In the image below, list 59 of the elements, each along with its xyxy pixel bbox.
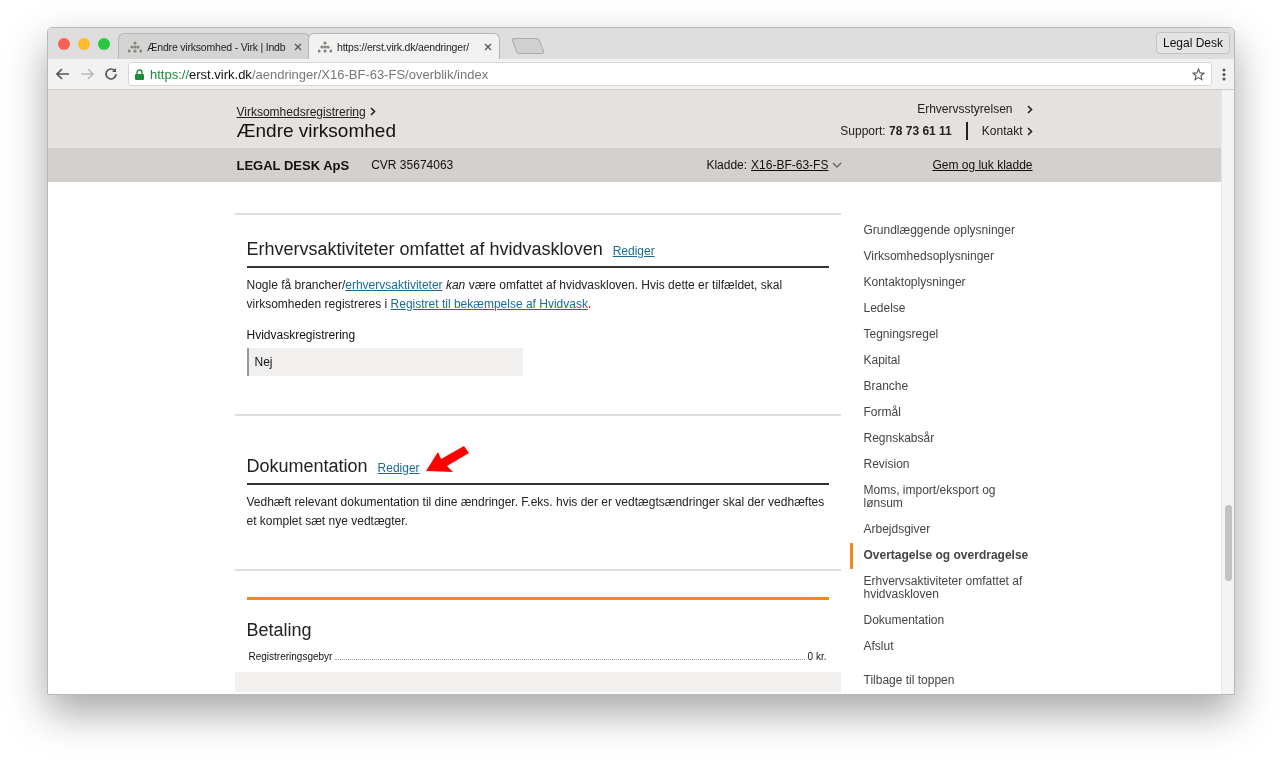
star-icon[interactable] [1192,67,1205,81]
section-heading: Dokumentation [246,456,368,477]
save-close-link[interactable]: Gem og luk kladde [932,158,1033,172]
nav-item[interactable]: Moms, import/eksport og lønsum [849,478,1035,517]
nav-item[interactable]: Ledelse [849,296,1035,322]
browser-tab[interactable]: https://erst.virk.dk/aendringer/ [308,33,500,59]
nav-item[interactable]: Kontaktoplysninger [849,270,1035,296]
profile-button[interactable]: Legal Desk [1155,32,1230,54]
breadcrumb-link[interactable]: Virksomhedsregistrering [236,105,366,119]
close-icon[interactable] [294,42,302,51]
nav-item[interactable]: Arbejdsgiver [849,517,1035,543]
contact-link[interactable]: Kontakt [981,124,1023,138]
paragraph: Vedhæft relevant dokumentation til dine ændringer. F.eks. hvis der er vedtægtsændringer skal der vedhæftes et komplet sæt nye vedtægter. [246,494,826,530]
fee-amount: 0 kr. [807,651,827,662]
reload-icon[interactable] [104,67,118,81]
close-window-button[interactable] [58,37,70,50]
close-icon[interactable] [484,42,492,51]
nav-item[interactable]: Grundlæggende oplysninger [849,218,1035,244]
nav-item[interactable]: Overtagelse og overdragelse [849,543,1035,569]
nav-item[interactable]: Erhvervsaktiviteter omfattet af hvidvaskloven [849,569,1035,608]
page-title: Ændre virksomhed [236,120,396,142]
draft-label: Kladde: [706,158,748,172]
nav-item[interactable]: Regnskabsår [849,426,1035,452]
support-text: Support: 78 73 61 11 [840,124,952,138]
nav-item[interactable]: Afslut [849,634,1035,660]
lock-icon [135,68,144,80]
favicon-icon [128,40,142,53]
edit-link[interactable]: Rediger [377,461,420,475]
paragraph: Nogle få brancher/erhvervsaktiviteter kan være omfattet af hvidvaskloven. Hvis dette er tilfældet, skal virksomheden registreres i Registret til bekæmpelse af Hvidvask. [246,277,784,313]
back-to-top-link[interactable]: Tilbage til toppen [849,668,1035,694]
field-label: Hvidvaskregistrering [246,328,357,342]
text-link[interactable]: erhvervsaktiviteter [345,278,443,292]
chevron-icon [1026,126,1033,136]
company-name: LEGAL DESK ApS [236,157,350,173]
nav-item[interactable]: Virksomhedsoplysninger [849,244,1035,270]
cvr-number: CVR 35674063 [371,158,454,172]
nav-item[interactable]: Formål [849,400,1035,426]
section-heading: Erhvervsaktiviteter omfattet af hvidvaskloven [246,239,603,260]
nav-item[interactable]: Tegningsregel [849,322,1035,348]
browser-tab[interactable]: Ændre virksomhed - Virk | Indb [118,33,310,59]
draft-link[interactable]: X16-BF-63-FS [751,158,829,172]
chevron-icon [1026,104,1033,114]
chevron-down-icon[interactable] [832,162,843,168]
fee-label: Registreringsgebyr [248,651,333,662]
menu-icon[interactable] [1222,67,1226,81]
chevron-icon [370,107,377,116]
text-link[interactable]: Registret til bekæmpelse af Hvidvask [390,297,588,311]
back-icon[interactable] [56,68,70,80]
favicon-icon [318,40,332,53]
field-value: Nej [246,348,523,376]
nav-item[interactable]: Kapital [849,348,1035,374]
section-heading: Betaling [246,620,313,641]
nav-item[interactable]: Dokumentation [849,608,1035,634]
nav-item[interactable]: Branche [849,374,1035,400]
nav-item[interactable]: Revision [849,452,1035,478]
edit-link[interactable]: Rediger [612,244,655,258]
agency-link[interactable]: Erhvervsstyrelsen [917,102,1013,116]
address-field[interactable]: https://erst.virk.dk/aendringer/X16-BF-63-FS/overblik/index [128,62,1212,86]
scrollbar-thumb[interactable] [1225,505,1232,581]
